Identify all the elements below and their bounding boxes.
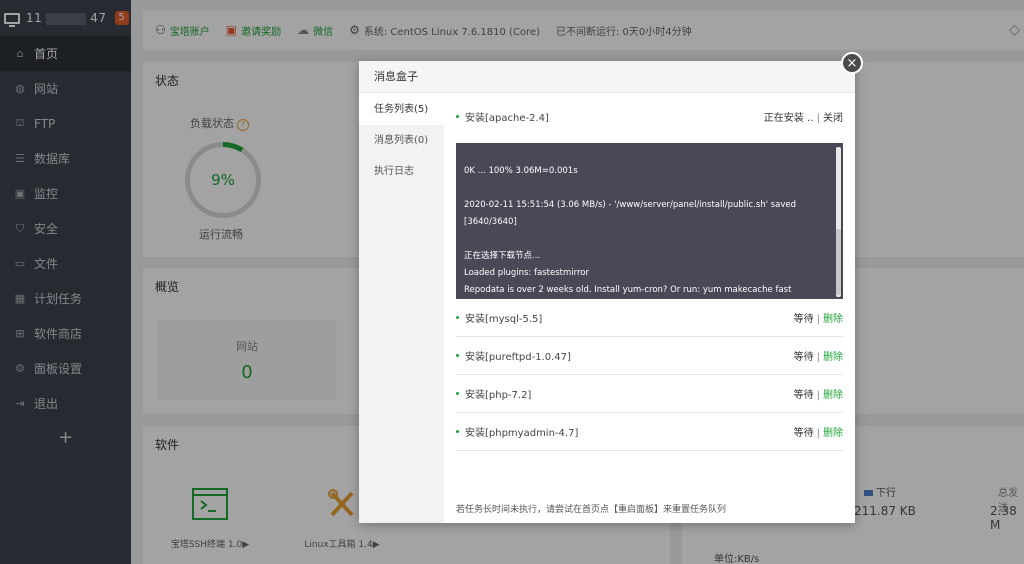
status-dot (456, 430, 459, 433)
dialog-tabs: 任务列表(5) 消息列表(0) 执行日志 (359, 94, 444, 523)
task-actions: 等待 | 删除 (793, 428, 843, 439)
status-dot (456, 316, 459, 319)
close-button[interactable]: × (841, 52, 863, 74)
log-line: Loaded plugins: fastestmirror (464, 268, 589, 278)
status-dot (456, 115, 459, 118)
task-actions: 等待 | 删除 (793, 352, 843, 363)
install-log: 0K ... 100% 3.06M=0.001s 2020-02-11 15:5… (456, 143, 843, 312)
delete-task-link[interactable]: 删除 (823, 428, 843, 439)
close-task-link[interactable]: 关闭 (823, 113, 843, 124)
delete-task-link[interactable]: 删除 (823, 390, 843, 401)
delete-task-link[interactable]: 删除 (823, 352, 843, 363)
log-line: 0K ... 100% 3.06M=0.001s (464, 166, 578, 176)
status-dot (456, 354, 459, 357)
task-actions: 正在安装 ‥ | 关闭 (763, 113, 843, 124)
log-scrollbar-thumb[interactable] (836, 229, 841, 295)
task-row: 安装[mysql-5.5] 等待 | 删除 (456, 299, 843, 337)
delete-task-link[interactable]: 删除 (823, 314, 843, 325)
task-row: 安装[php-7.2] 等待 | 删除 (456, 375, 843, 413)
task-queue-hint: 若任务长时间未执行，请尝试在首页点【重启面板】来重置任务队列 (456, 505, 727, 515)
tab-exec-log[interactable]: 执行日志 (359, 156, 444, 187)
log-line: Repodata is over 2 weeks old. Install yu… (464, 285, 792, 295)
task-row-current: 安装[apache-2.4] 正在安装 ‥ | 关闭 (456, 94, 843, 139)
task-row: 安装[phpmyadmin-4.7] 等待 | 删除 (456, 413, 843, 451)
task-actions: 等待 | 删除 (793, 314, 843, 325)
log-line: 2020-02-11 15:51:54 (3.06 MB/s) - '/www/… (464, 200, 797, 227)
tab-task-list[interactable]: 任务列表(5) (359, 94, 444, 125)
tab-message-list[interactable]: 消息列表(0) (359, 125, 444, 156)
dialog-title: 消息盒子 (359, 61, 855, 93)
task-row: 安装[pureftpd-1.0.47] 等待 | 删除 (456, 337, 843, 375)
log-line: 正在选择下载节点... (464, 251, 541, 261)
message-box-dialog: 消息盒子 × 任务列表(5) 消息列表(0) 执行日志 安装[apache-2.… (359, 52, 863, 523)
status-dot (456, 392, 459, 395)
task-actions: 等待 | 删除 (793, 390, 843, 401)
task-list: 安装[apache-2.4] 正在安装 ‥ | 关闭 0K ... 100% 3.0… (456, 94, 843, 451)
